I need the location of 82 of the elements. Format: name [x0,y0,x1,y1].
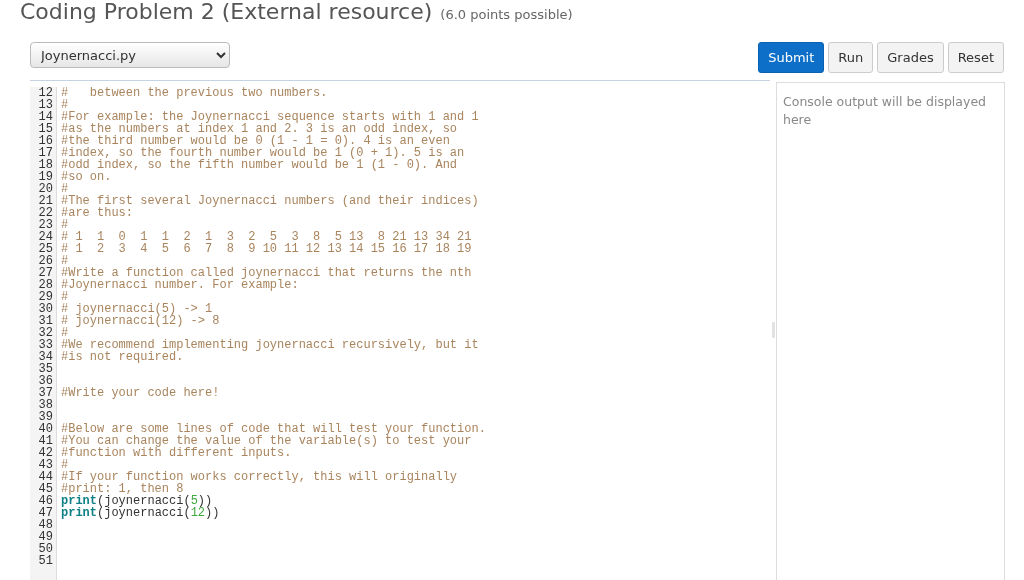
code-line: # [61,98,69,112]
console-output-field[interactable]: Console output will be displayed here [776,82,1005,580]
line-number: 19 [38,170,53,184]
line-number: 33 [38,338,53,352]
line-number: 36 [38,374,53,388]
code-line: #You can change the value of the variable(s) to test your [61,434,472,448]
code-line: #are thus: [61,206,133,220]
code-line: #so on. [61,170,112,184]
line-number: 38 [38,398,53,412]
line-number: 20 [38,182,53,196]
line-number: 31 [38,314,53,328]
line-number: 43 [38,458,53,472]
line-number: 39 [38,410,53,424]
line-number: 51 [38,554,53,568]
code-line: #odd index, so the fifth number would be 1 (1 - 0). And [61,158,458,172]
line-number: 25 [38,242,53,256]
code-line: # joynernacci(5) -> 1 [61,302,213,316]
action-button[interactable]: Run [828,42,874,73]
code-line: # [61,290,69,304]
line-number: 34 [38,350,53,364]
line-number: 46 [38,494,53,508]
file-select[interactable]: Joynernacci.py [30,42,230,68]
code-line: # [61,218,69,232]
code-line: #Joynernacci number. For example: [61,278,299,292]
code-line: # [61,326,69,340]
line-number: 45 [38,482,53,496]
line-number: 35 [38,362,53,376]
line-number: 29 [38,290,53,304]
line-number: 30 [38,302,53,316]
code-line: print(joynernacci(5)) [61,494,213,508]
line-number: 12 [38,86,53,100]
line-number: 16 [38,134,53,148]
line-number: 18 [38,158,53,172]
line-number: 21 [38,194,53,208]
code-line: #print: 1, then 8 [61,482,184,496]
line-number: 47 [38,506,53,520]
action-button[interactable]: Reset [947,42,1004,73]
line-number: 41 [38,434,53,448]
code-line: #The first several Joynernacci numbers (and their indices) [61,194,479,208]
line-number: 14 [38,110,53,124]
line-number: 24 [38,230,53,244]
code-editor[interactable] [30,80,770,580]
line-number: 22 [38,206,53,220]
line-number: 40 [38,422,53,436]
line-number: 26 [38,254,53,268]
code-line: #Write a function called joynernacci that returns the nth [61,266,472,280]
code-line: #Write your code here! [61,386,220,400]
code-line: #Below are some lines of code that will test your function. [61,422,486,436]
line-number: 27 [38,266,53,280]
line-number: 32 [38,326,53,340]
code-line: # [61,458,69,472]
code-line: # [61,182,69,196]
points-label: (6.0 points possible) [440,6,573,24]
code-line: #For example: the Joynernacci sequence starts with 1 and 1 [61,110,479,124]
submit-button[interactable]: Submit [758,42,825,73]
line-number: 37 [38,386,53,400]
splitter-handle[interactable] [771,322,775,338]
code-line: #index, so the fourth number would be 1 (0 + 1). 5 is an [61,146,465,160]
code-line: #is not required. [61,350,184,364]
line-number: 23 [38,218,53,232]
page-title: Coding Problem 2 (External resource) [20,0,433,24]
code-line: # 1 2 3 4 5 6 7 8 9 10 11 12 13 14 15 16 17 18 19 [61,242,472,256]
code-line: # between the previous two numbers. [61,86,328,100]
line-number: 42 [38,446,53,460]
code-line: #function with different inputs. [61,446,292,460]
line-number: 44 [38,470,53,484]
action-button[interactable]: Grades [877,42,944,73]
line-number: 15 [38,122,53,136]
line-number: 49 [38,530,53,544]
code-line: #If your function works correctly, this will originally [61,470,458,484]
line-number: 17 [38,146,53,160]
code-line: # 1 1 0 1 1 2 1 3 2 5 3 8 5 13 8 21 13 34 21 [61,230,472,244]
line-number: 28 [38,278,53,292]
line-number: 50 [38,542,53,556]
code-line: # [61,254,69,268]
code-line: #the third number would be 0 (1 - 1 = 0). 4 is an even [61,134,450,148]
code-line: #We recommend implementing joynernacci recursively, but it [61,338,479,352]
line-number: 48 [38,518,53,532]
code-line: print(joynernacci(12)) [61,506,220,520]
line-number: 13 [38,98,53,112]
code-line: # joynernacci(12) -> 8 [61,314,220,328]
code-line: #as the numbers at index 1 and 2. 3 is an odd index, so [61,122,458,136]
